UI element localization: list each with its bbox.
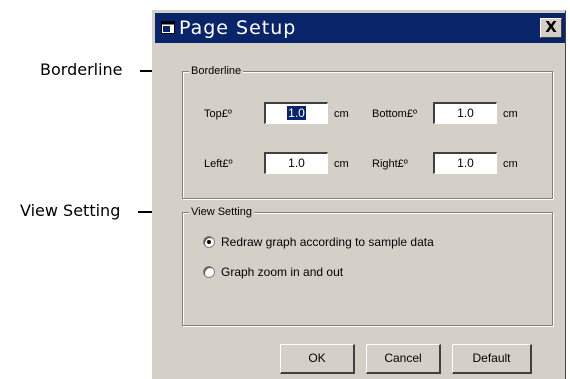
callout-view-setting-label: View Setting xyxy=(20,201,121,220)
top-margin-value: 1.0 xyxy=(287,106,306,120)
cancel-button[interactable]: Cancel xyxy=(366,344,441,374)
right-margin-input[interactable]: 1.0 xyxy=(433,152,497,174)
top-label: Top£º xyxy=(204,108,232,120)
left-unit: cm xyxy=(334,158,349,170)
close-button[interactable]: X xyxy=(540,18,562,38)
right-label: Right£º xyxy=(372,158,408,170)
ok-button[interactable]: OK xyxy=(280,344,355,374)
view-setting-group-title: View Setting xyxy=(189,206,254,218)
top-margin-input[interactable]: 1.0 xyxy=(264,102,328,124)
radio-redraw-button[interactable] xyxy=(203,236,215,248)
radio-zoom-button[interactable] xyxy=(203,266,215,278)
borderline-group: Borderline Top£º 1.0 cm Bottom£º 1.0 cm … xyxy=(182,65,553,199)
view-setting-group: View Setting Redraw graph according to s… xyxy=(182,206,553,326)
callout-borderline-label: Borderline xyxy=(40,60,123,79)
page-setup-dialog: Page Setup X Borderline Top£º 1.0 cm Bot… xyxy=(152,10,566,379)
left-margin-input[interactable]: 1.0 xyxy=(264,152,328,174)
bottom-margin-input[interactable]: 1.0 xyxy=(433,102,497,124)
top-unit: cm xyxy=(334,108,349,120)
default-button[interactable]: Default xyxy=(452,344,532,374)
borderline-group-title: Borderline xyxy=(189,65,244,77)
radio-redraw-label[interactable]: Redraw graph according to sample data xyxy=(221,235,434,249)
bottom-unit: cm xyxy=(503,108,518,120)
dialog-title: Page Setup xyxy=(179,17,297,39)
title-bar[interactable]: Page Setup X xyxy=(155,13,565,43)
right-unit: cm xyxy=(503,158,518,170)
radio-selected-dot xyxy=(207,240,211,244)
page-setup-icon xyxy=(161,21,175,34)
bottom-label: Bottom£º xyxy=(372,108,417,120)
radio-zoom-label[interactable]: Graph zoom in and out xyxy=(221,265,343,279)
left-label: Left£º xyxy=(204,158,233,170)
